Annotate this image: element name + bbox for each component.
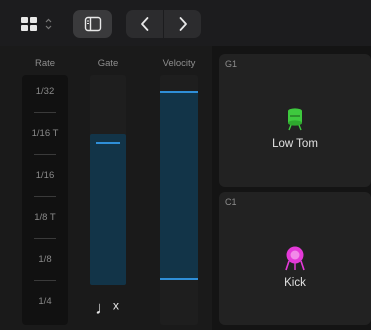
tom-drum-icon — [288, 108, 302, 131]
back-button[interactable] — [126, 10, 163, 38]
gate-slider-handle[interactable] — [96, 142, 120, 144]
velocity-level-fill — [160, 91, 198, 280]
rate-option[interactable]: 1/8 — [22, 254, 68, 265]
rate-option[interactable]: 1/32 — [22, 86, 68, 97]
rate-option[interactable]: 1/8 T — [22, 212, 68, 223]
divider — [34, 238, 56, 239]
divider — [34, 280, 56, 281]
divider — [34, 112, 56, 113]
grid-icon — [21, 17, 52, 31]
drum-pad-low-tom[interactable]: G1 Low Tom — [219, 54, 371, 187]
grid-view-button[interactable] — [14, 10, 62, 38]
drum-pad-kick[interactable]: C1 Kick — [219, 192, 371, 325]
pad-name-label: Kick — [284, 277, 306, 289]
rate-selector[interactable]: 1/32 1/16 T 1/16 1/8 T 1/8 1/4 — [22, 75, 68, 325]
gate-column-label: Gate — [97, 58, 119, 69]
gate-slider[interactable] — [90, 75, 126, 285]
step-parameter-panel: Rate Gate Velocity 1/32 1/16 T 1/16 1/8 … — [0, 46, 212, 330]
divider — [34, 196, 56, 197]
inspector-toggle-button[interactable] — [73, 10, 112, 38]
rate-option[interactable]: 1/4 — [22, 296, 68, 307]
toolbar — [0, 0, 371, 46]
rate-option[interactable]: 1/16 — [22, 170, 68, 181]
pad-name-label: Low Tom — [272, 138, 318, 150]
chevron-right-icon — [179, 17, 187, 31]
velocity-slider-base — [160, 278, 198, 280]
velocity-slider[interactable] — [160, 75, 198, 325]
velocity-column-label: Velocity — [162, 58, 196, 69]
kick-drum-icon — [285, 246, 305, 271]
chevron-left-icon — [140, 17, 148, 31]
rate-option[interactable]: 1/16 T — [22, 128, 68, 139]
gate-level-fill — [90, 134, 126, 285]
pad-note-label: G1 — [225, 59, 238, 69]
sidebar-icon — [84, 16, 101, 32]
note-tie-icon[interactable]: ♩ˣ — [95, 298, 119, 319]
forward-button[interactable] — [164, 10, 201, 38]
rate-column-label: Rate — [34, 58, 56, 69]
velocity-slider-handle[interactable] — [160, 91, 198, 93]
divider — [34, 154, 56, 155]
pad-note-label: C1 — [225, 197, 237, 207]
